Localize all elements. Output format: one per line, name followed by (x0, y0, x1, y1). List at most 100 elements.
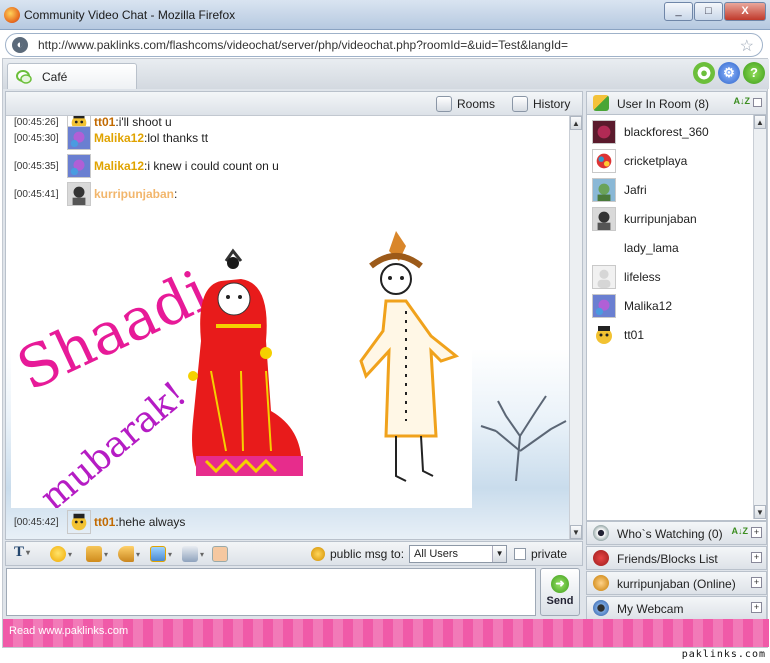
expand-icon[interactable]: + (751, 552, 762, 563)
chat-bubble-icon (16, 70, 32, 84)
message-nick[interactable]: kurripunjaban (94, 187, 174, 201)
collapse-icon[interactable] (753, 98, 762, 107)
scroll-down-arrow-icon[interactable]: ▼ (570, 525, 582, 539)
recipient-value: All Users (414, 548, 459, 560)
public-msg-icon (311, 547, 325, 561)
public-msg-label: public msg to: (330, 547, 405, 561)
bookmark-star-icon[interactable]: ☆ (740, 36, 754, 56)
maximize-button[interactable]: □ (694, 2, 723, 21)
friends-blocks-panel[interactable]: Friends/Blocks List + (586, 546, 767, 570)
chat-bubble-icon[interactable]: ● (693, 62, 715, 84)
watermark-text: paklinks.com (681, 649, 766, 660)
gifts-button[interactable]: ▾ (86, 546, 108, 562)
minimize-button[interactable]: _ (664, 2, 693, 21)
send-button[interactable]: ➜ Send (540, 568, 580, 616)
send-image-button[interactable]: ▾ (150, 546, 172, 562)
message-input[interactable] (6, 568, 536, 616)
message-nick[interactable]: Malika12 (94, 131, 144, 145)
avatar (592, 178, 616, 202)
chevron-down-icon[interactable]: ▼ (492, 546, 507, 562)
chat-scrollbar[interactable]: ▲ ▼ (569, 116, 582, 539)
private-toggle[interactable]: private (514, 547, 567, 561)
chevron-down-icon: ▾ (26, 547, 31, 557)
gift-icon (86, 546, 102, 562)
user-list-item[interactable]: blackforest_360 (592, 119, 709, 145)
text-format-button[interactable]: T ▾ (14, 544, 30, 560)
user-list[interactable]: blackforest_360 cricketplaya Jafri kurri… (586, 115, 767, 521)
message-nick[interactable]: Malika12 (94, 159, 144, 173)
private-checkbox[interactable] (514, 548, 526, 560)
footer-link[interactable]: Read www.paklinks.com (9, 625, 128, 637)
window-title: Community Video Chat - Mozilla Firefox (24, 8, 236, 22)
user-list-item[interactable]: tt01 (592, 322, 644, 348)
drawing-caption-1: Shaadi (11, 257, 219, 404)
avatar (592, 149, 616, 173)
history-button[interactable]: History (512, 96, 570, 112)
webcam-icon (593, 600, 609, 616)
user-list-item[interactable]: lifeless (592, 264, 661, 290)
scroll-up-arrow-icon[interactable]: ▲ (570, 116, 582, 130)
history-label: History (533, 97, 571, 111)
avatar (592, 236, 616, 260)
user-name: cricketplaya (624, 154, 688, 168)
close-button[interactable]: X (724, 2, 766, 21)
users-panel-header[interactable]: User In Room (8) A↓Z (586, 91, 767, 115)
chat-log[interactable]: [00:45:26] tt01 : i'll shoot u [00:45:30… (6, 116, 571, 539)
user-list-scrollbar[interactable]: ▲ ▼ (753, 115, 766, 519)
url-text[interactable]: http://www.paklinks.com/flashcoms/videoc… (38, 38, 568, 52)
scroll-down-arrow-icon[interactable]: ▼ (754, 505, 766, 519)
public-msg-area: public msg to: All Users ▼ (311, 545, 508, 563)
sounds-button[interactable]: ▾ (118, 546, 140, 562)
rooms-icon (436, 96, 452, 112)
my-webcam-panel[interactable]: My Webcam + (586, 596, 767, 620)
text-format-icon: T (14, 543, 25, 560)
avatar (592, 120, 616, 144)
user-list-item[interactable]: lady_lama (592, 235, 679, 261)
window-titlebar: Community Video Chat - Mozilla Firefox _… (0, 0, 770, 30)
address-bar[interactable]: ◐ http://www.paklinks.com/flashcoms/vide… (5, 33, 763, 57)
sort-az-icon[interactable]: A↓Z (734, 96, 751, 106)
user-list-item[interactable]: Malika12 (592, 293, 672, 319)
firefox-icon (4, 7, 20, 23)
send-arrow-icon: ➜ (551, 575, 569, 593)
tab-cafe[interactable]: Café (7, 63, 137, 89)
whos-watching-panel[interactable]: Who`s Watching (0) A↓Z + (586, 521, 767, 545)
help-icon[interactable]: ? (743, 62, 765, 84)
chat-message: [00:45:42] tt01 : hehe always (14, 510, 185, 534)
text-color-button[interactable] (212, 546, 228, 562)
expand-icon[interactable]: + (751, 602, 762, 613)
user-name: lady_lama (624, 241, 679, 255)
composer: ➜ Send (5, 568, 583, 618)
draw-button[interactable]: ▾ (182, 546, 204, 562)
user-name: Malika12 (624, 299, 673, 313)
message-separator: : (174, 187, 178, 201)
rooms-button[interactable]: Rooms (436, 96, 495, 112)
user-list-item[interactable]: kurripunjaban (592, 206, 697, 232)
sort-az-icon[interactable]: A↓Z (732, 527, 749, 538)
chevron-down-icon: ▾ (68, 549, 73, 559)
message-text: lol thanks tt (147, 131, 209, 145)
site-identity-icon[interactable]: ◐ (12, 37, 28, 53)
history-icon (512, 96, 528, 112)
settings-icon[interactable]: ⚙ (718, 62, 740, 84)
avatar (592, 207, 616, 231)
footer-banner: Read www.paklinks.com (3, 619, 769, 647)
emoticons-button[interactable]: ▾ (50, 546, 72, 562)
recipient-select[interactable]: All Users ▼ (409, 545, 508, 563)
users-header-label: User In Room (8) (617, 97, 710, 111)
my-status-panel[interactable]: kurripunjaban (Online) + (586, 571, 767, 595)
expand-icon[interactable]: + (751, 527, 762, 538)
expand-icon[interactable]: + (751, 577, 762, 588)
chat-message: [00:45:30] Malika12 : lol thanks tt (14, 126, 208, 150)
message-time: [00:45:30] (14, 132, 59, 144)
user-list-item[interactable]: cricketplaya (592, 148, 687, 174)
message-nick[interactable]: tt01 (94, 515, 115, 529)
scroll-up-arrow-icon[interactable]: ▲ (754, 115, 766, 129)
message-text: hehe always (118, 515, 186, 529)
app-top-icons: ● ⚙ ? (693, 62, 765, 84)
user-list-item[interactable]: Jafri (592, 177, 647, 203)
color-swatch-icon (212, 546, 228, 562)
avatar (596, 326, 612, 344)
avatar (67, 126, 91, 150)
avatar (592, 265, 616, 289)
